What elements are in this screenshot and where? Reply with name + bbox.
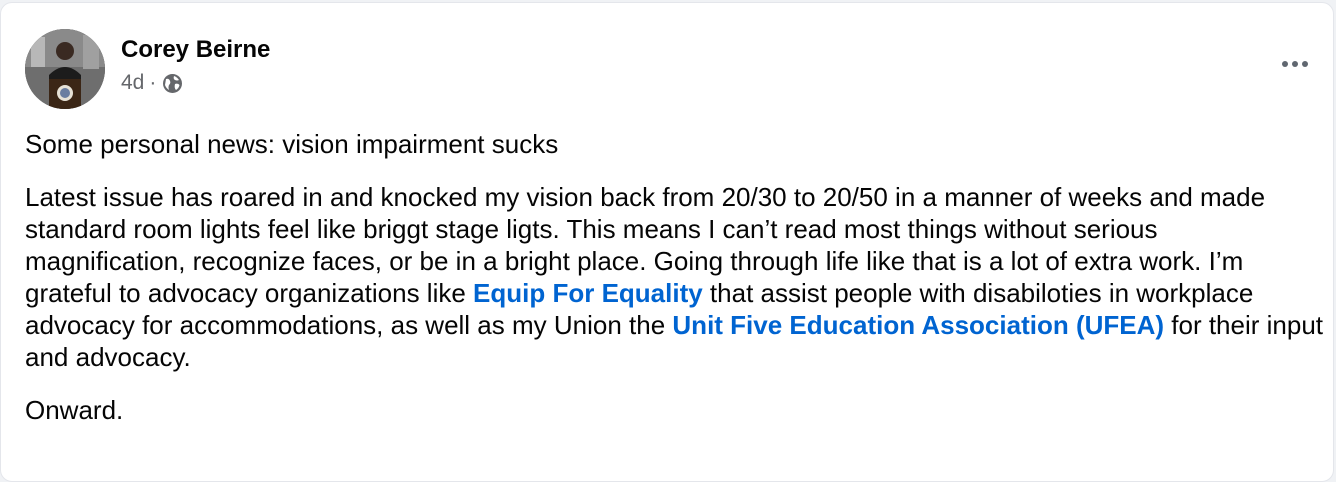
post-paragraph-1: Some personal news: vision impairment su…: [25, 129, 559, 159]
post-card: Corey Beirne 4d · Some personal news: vi: [0, 2, 1334, 482]
post-subline: 4d ·: [121, 71, 270, 95]
post-meta: Corey Beirne 4d ·: [121, 35, 270, 95]
post-paragraph-3: Onward.: [25, 395, 124, 425]
more-dot: [1302, 61, 1308, 67]
author-name[interactable]: Corey Beirne: [121, 35, 270, 65]
more-options-icon[interactable]: [1275, 49, 1315, 79]
post-timestamp[interactable]: 4d: [121, 71, 144, 95]
separator-dot: ·: [149, 71, 157, 94]
link-equip-for-equality[interactable]: Equip For Equality: [473, 278, 703, 308]
avatar[interactable]: [25, 29, 105, 109]
more-dot: [1292, 61, 1298, 67]
link-ufea[interactable]: Unit Five Education Association (UFEA): [672, 310, 1164, 340]
post-body: Some personal news: vision impairment su…: [25, 128, 1325, 426]
post-paragraph-2: Latest issue has roared in and knocked m…: [25, 181, 1325, 373]
globe-icon[interactable]: [162, 73, 183, 94]
post-header: Corey Beirne 4d ·: [25, 29, 270, 109]
more-dot: [1282, 61, 1288, 67]
